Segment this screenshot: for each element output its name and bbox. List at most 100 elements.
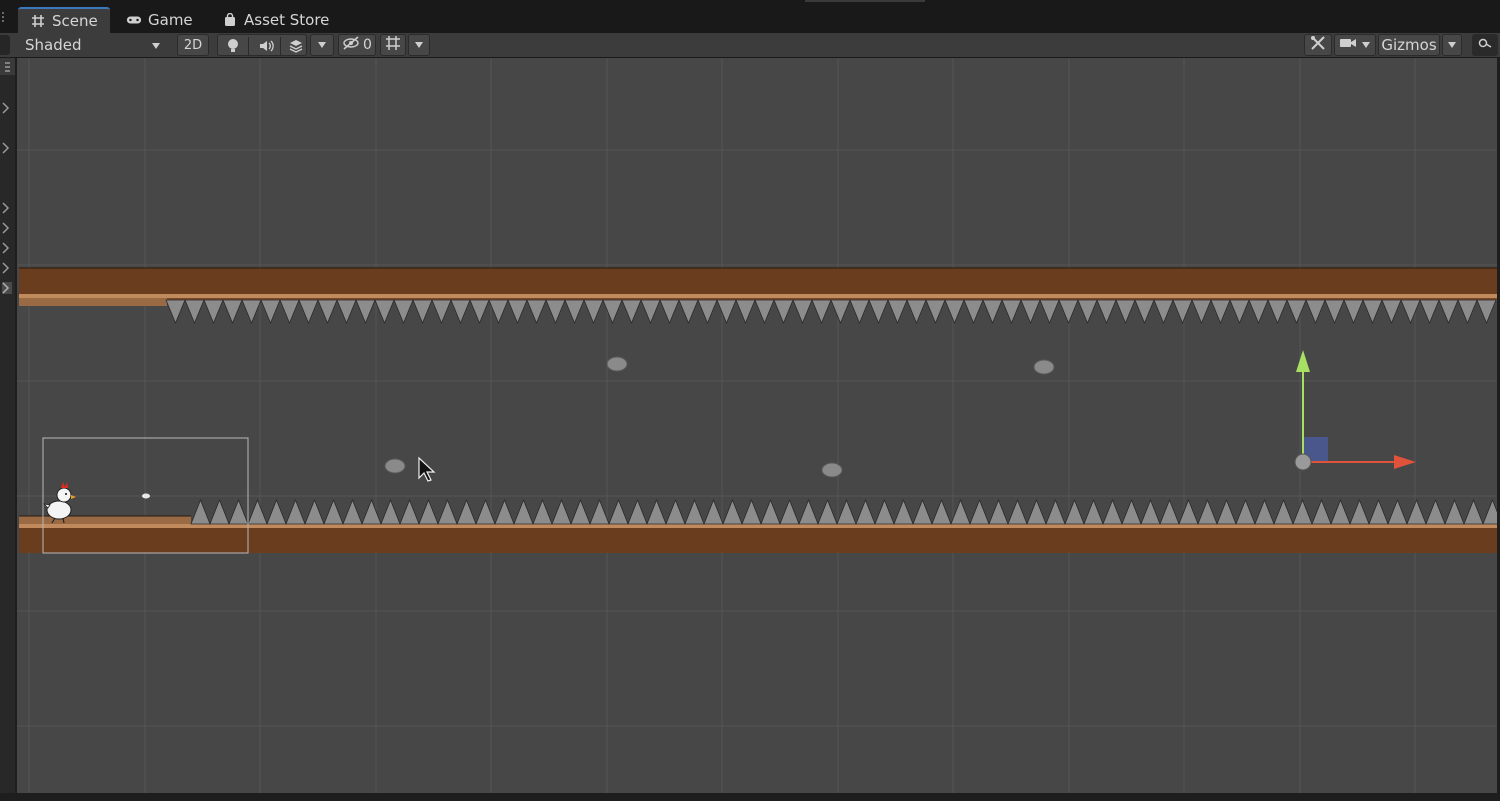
spike (304, 498, 325, 525)
spike (1286, 299, 1307, 325)
toggle-2d-button[interactable]: 2D (177, 34, 209, 56)
spike (1134, 299, 1155, 325)
tab-asset-store[interactable]: Asset Store (210, 7, 341, 33)
chevron-right-icon[interactable] (2, 222, 12, 234)
scene-viewport[interactable] (17, 58, 1497, 793)
spike (1343, 299, 1364, 325)
lighting-toggle-icon[interactable] (226, 38, 240, 58)
hidden-objects-toggle[interactable]: 0 (338, 34, 376, 56)
toggle-2d-label: 2D (183, 37, 203, 53)
spike (1077, 299, 1098, 325)
scene-toggles-group (217, 34, 307, 56)
ceiling-spikes[interactable] (165, 299, 1497, 325)
shopping-bag-icon (222, 12, 238, 28)
shading-mode-label: Shaded (25, 36, 82, 54)
spike (836, 498, 857, 525)
spike (228, 498, 249, 525)
spike (925, 299, 946, 325)
spike (241, 299, 262, 325)
rock[interactable] (606, 356, 628, 372)
gamepad-icon (126, 12, 142, 28)
spike (1001, 299, 1022, 325)
rock[interactable] (384, 458, 406, 474)
spike (1172, 299, 1193, 325)
panel-grip[interactable] (2, 12, 8, 22)
spike (817, 498, 838, 525)
spike (1292, 498, 1313, 525)
hidden-count: 0 (363, 37, 372, 53)
floor-spikes[interactable] (190, 498, 1497, 525)
bottom-edge (0, 793, 1500, 801)
spike (336, 299, 357, 325)
audio-toggle-icon[interactable] (258, 38, 274, 58)
spike (1216, 498, 1237, 525)
spike (209, 498, 230, 525)
spike (1121, 498, 1142, 525)
scene-canvas[interactable] (17, 58, 1497, 793)
spike (1311, 498, 1332, 525)
spike (1039, 299, 1060, 325)
strip-menu-handle[interactable] (0, 58, 15, 75)
toolbar-left-handle[interactable] (0, 35, 10, 55)
rock[interactable] (1033, 359, 1055, 375)
eye-slash-icon (342, 36, 360, 54)
gizmos-dropdown-button[interactable] (1442, 34, 1462, 56)
gizmos-label: Gizmos (1381, 36, 1437, 54)
spike (735, 299, 756, 325)
spike (184, 299, 205, 325)
gizmos-toggle-button[interactable]: Gizmos (1378, 34, 1440, 56)
spike (1324, 299, 1345, 325)
spike (912, 498, 933, 525)
spike (526, 299, 547, 325)
spike (627, 498, 648, 525)
spike (722, 498, 743, 525)
tools-toggle-button[interactable] (1304, 34, 1332, 56)
spike (361, 498, 382, 525)
tab-bar: Scene Game Asset Store (0, 0, 1500, 33)
grid-dropdown-button[interactable] (408, 34, 430, 56)
spike (855, 498, 876, 525)
tab-game-label: Game (148, 11, 193, 29)
rock[interactable] (821, 462, 843, 478)
grid-snap-toggle[interactable] (380, 34, 406, 56)
spike (412, 299, 433, 325)
egg-pickup[interactable] (142, 493, 150, 499)
chevron-right-icon[interactable] (2, 202, 12, 214)
spike (1482, 498, 1497, 525)
spike (1267, 299, 1288, 325)
spike (488, 299, 509, 325)
effects-layers-icon[interactable] (288, 38, 304, 58)
mouse-cursor-icon (418, 456, 436, 482)
spike (1007, 498, 1028, 525)
grid-snap-icon (385, 35, 401, 55)
chevron-right-icon[interactable] (2, 282, 12, 294)
spike (203, 299, 224, 325)
spike (608, 498, 629, 525)
spike (887, 299, 908, 325)
spike (570, 498, 591, 525)
spike (988, 498, 1009, 525)
spike (355, 299, 376, 325)
tab-game[interactable]: Game (114, 7, 205, 33)
chevron-right-icon[interactable] (2, 242, 12, 254)
chevron-right-icon[interactable] (2, 102, 12, 114)
chevron-right-icon[interactable] (2, 142, 12, 154)
gizmo-x-arrow[interactable] (1394, 455, 1416, 469)
effects-dropdown-button[interactable] (310, 34, 334, 56)
move-gizmo[interactable] (1294, 350, 1416, 471)
tab-scene[interactable]: Scene (18, 7, 110, 33)
spike (1349, 498, 1370, 525)
spike (222, 299, 243, 325)
spike (1064, 498, 1085, 525)
spike (564, 299, 585, 325)
shading-mode-dropdown[interactable]: Shaded (18, 34, 168, 56)
spike (456, 498, 477, 525)
spike (513, 498, 534, 525)
camera-settings-dropdown[interactable] (1334, 34, 1376, 56)
spike (589, 498, 610, 525)
chevron-right-icon[interactable] (2, 262, 12, 274)
spike (1102, 498, 1123, 525)
gizmo-center-handle[interactable] (1294, 453, 1312, 471)
gizmo-y-arrow[interactable] (1296, 350, 1310, 372)
scene-search-button[interactable] (1472, 34, 1498, 56)
